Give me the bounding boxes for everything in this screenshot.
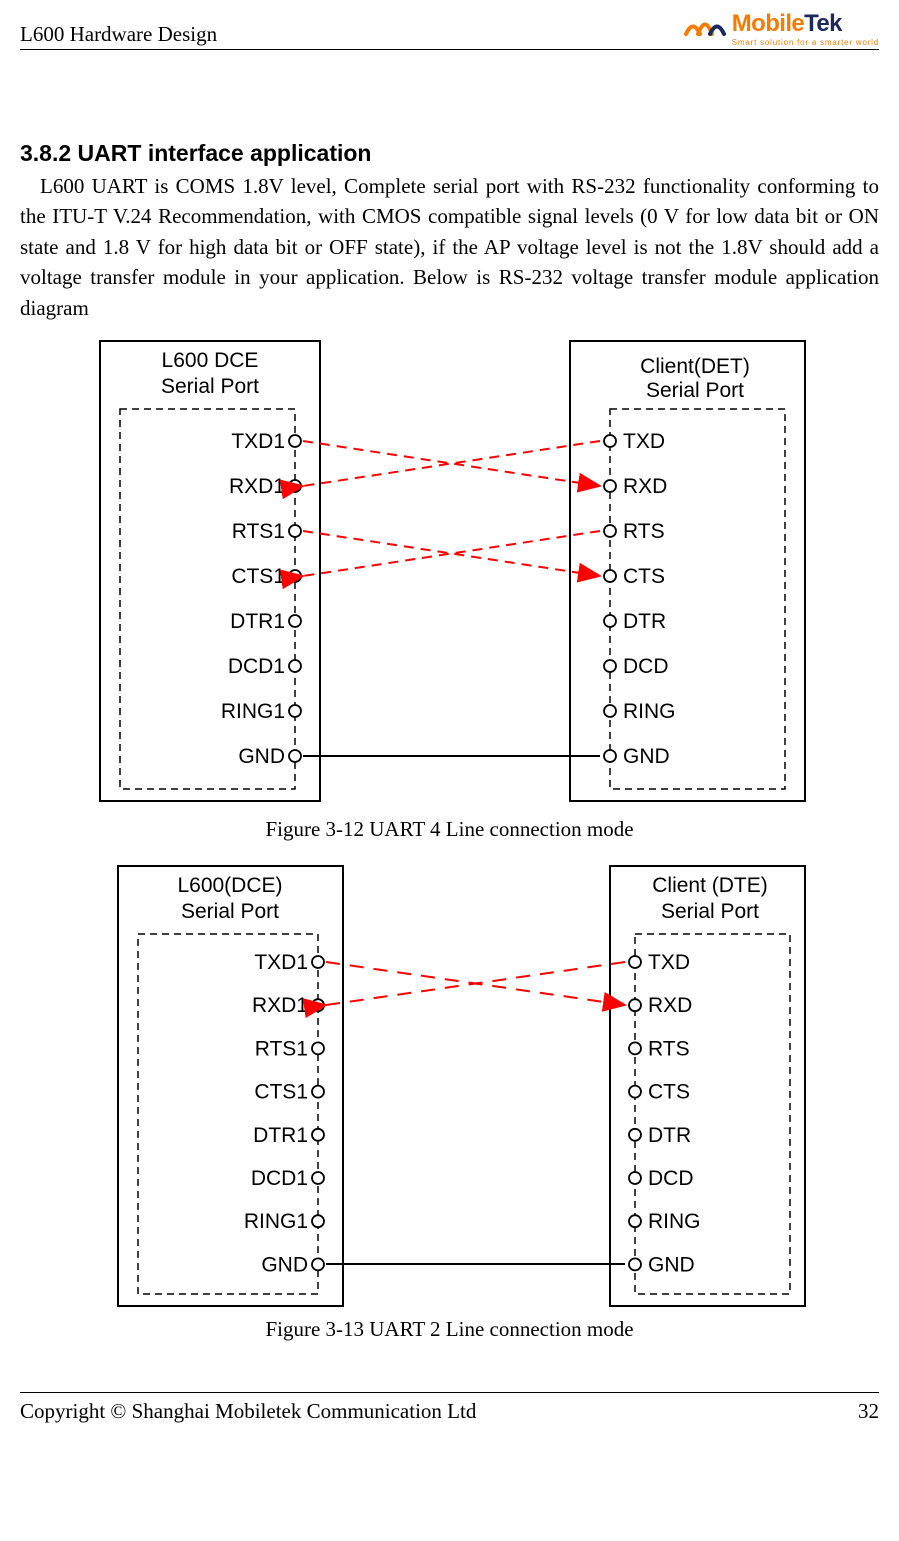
d1-right-pin-circle <box>604 525 616 537</box>
d2-left-pin-circle <box>312 1086 324 1098</box>
d1-left-pin-circle <box>289 615 301 627</box>
d1-right-pin-circle <box>604 570 616 582</box>
d2-left-pin-circle <box>312 1172 324 1184</box>
d1-right-title1: Client(DET) <box>640 355 750 378</box>
header-title: L600 Hardware Design <box>20 22 217 47</box>
logo-waves-icon <box>684 11 728 46</box>
d2-left-title2: Serial Port <box>180 900 278 923</box>
d1-left-title1: L600 DCE <box>161 349 258 372</box>
d2-right-pin-circle <box>629 1086 641 1098</box>
d1-right-pin-label: TXD <box>623 430 665 453</box>
d2-right-pin-circle <box>629 1129 641 1141</box>
d2-right-pin-label: TXD <box>648 951 690 974</box>
logo-word-1: Mobile <box>732 10 804 37</box>
d2-left-title1: L600(DCE) <box>177 874 282 897</box>
d1-left-pin-circle <box>289 750 301 762</box>
d1-right-pin-label: RING <box>623 700 676 723</box>
d2-right-pin-circle <box>629 1259 641 1271</box>
d2-right-pin-circle <box>629 1172 641 1184</box>
footer-copyright: Copyright © Shanghai Mobiletek Communica… <box>20 1399 476 1424</box>
footer-page-number: 32 <box>858 1399 879 1424</box>
d1-right-pin-circle <box>604 660 616 672</box>
d1-right-pin-circle <box>604 480 616 492</box>
page-footer: Copyright © Shanghai Mobiletek Communica… <box>20 1392 879 1424</box>
d2-left-pin-label: CTS1 <box>254 1081 308 1104</box>
d2-right-pin-label: RXD <box>648 994 692 1017</box>
d1-left-pin-circle <box>289 660 301 672</box>
d1-left-pin-label: GND <box>238 745 285 768</box>
d1-right-pin-label: CTS <box>623 565 665 588</box>
d2-left-pin-label: RXD1 <box>251 994 307 1017</box>
d1-left-pin-label: CTS1 <box>231 565 285 588</box>
d1-right-pin-circle <box>604 435 616 447</box>
d2-left-pin-label: RTS1 <box>254 1038 307 1061</box>
figure-1: L600 DCE Serial Port Client(DET) Serial … <box>20 331 879 811</box>
d2-right-pin-label: RTS <box>648 1038 690 1061</box>
d1-left-pin-label: RING1 <box>220 700 284 723</box>
d2-left-pin-circle <box>312 1043 324 1055</box>
d2-left-pin-circle <box>312 1215 324 1227</box>
d1-right-pin-circle <box>604 615 616 627</box>
d2-right-pin-circle <box>629 1043 641 1055</box>
d1-left-pin-circle <box>289 705 301 717</box>
section-paragraph: L600 UART is COMS 1.8V level, Complete s… <box>20 171 879 323</box>
d2-left-pin-circle <box>312 1129 324 1141</box>
d1-right-pin-label: RTS <box>623 520 665 543</box>
d1-right-pin-circle <box>604 705 616 717</box>
d2-right-title1: Client (DTE) <box>652 874 768 897</box>
d2-right-pin-label: DTR <box>648 1124 691 1147</box>
d1-left-pin-circle <box>289 480 301 492</box>
d1-right-pin-circle <box>604 750 616 762</box>
d1-left-pin-label: RTS1 <box>231 520 284 543</box>
d2-right-pin-circle <box>629 999 641 1011</box>
section-heading: 3.8.2 UART interface application <box>20 140 879 167</box>
d1-left-pin-label: DCD1 <box>227 655 284 678</box>
d2-left-pin-label: RING1 <box>243 1210 307 1233</box>
page-header: L600 Hardware Design MobileTek Smart sol… <box>20 10 879 50</box>
d1-left-pin-circle <box>289 570 301 582</box>
d1-left-pin-label: DTR1 <box>230 610 285 633</box>
d1-right-pin-label: DCD <box>623 655 669 678</box>
d2-left-pin-circle <box>312 956 324 968</box>
logo-text: MobileTek Smart solution for a smarter w… <box>732 10 879 47</box>
figure-2: L600(DCE) Serial Port Client (DTE) Seria… <box>20 856 879 1311</box>
d1-right-pin-label: DTR <box>623 610 666 633</box>
d1-right-pin-label: RXD <box>623 475 667 498</box>
figure-1-caption: Figure 3-12 UART 4 Line connection mode <box>20 817 879 842</box>
figure-2-caption: Figure 3-13 UART 2 Line connection mode <box>20 1317 879 1342</box>
d2-right-pin-label: GND <box>648 1254 695 1277</box>
d1-left-pin-circle <box>289 435 301 447</box>
mobiletek-logo: MobileTek Smart solution for a smarter w… <box>684 10 879 47</box>
logo-word-2: Tek <box>804 10 842 37</box>
d1-left-title2: Serial Port <box>160 375 258 398</box>
d2-right-pin-circle <box>629 956 641 968</box>
d1-left-pin-circle <box>289 525 301 537</box>
d2-left-pin-label: DTR1 <box>253 1124 308 1147</box>
d1-right-title2: Serial Port <box>645 379 743 402</box>
d2-left-pin-circle <box>312 1259 324 1271</box>
d2-right-pin-label: DCD <box>648 1167 694 1190</box>
logo-tagline: Smart solution for a smarter world <box>732 38 879 47</box>
d2-left-pin-label: DCD1 <box>250 1167 307 1190</box>
d2-right-pin-label: RING <box>648 1210 701 1233</box>
d2-left-pin-circle <box>312 999 324 1011</box>
d2-right-title2: Serial Port <box>660 900 758 923</box>
d2-left-pin-label: GND <box>261 1254 308 1277</box>
d2-left-pin-label: TXD1 <box>254 951 308 974</box>
d2-right-pin-circle <box>629 1215 641 1227</box>
d1-right-pin-label: GND <box>623 745 670 768</box>
d1-left-pin-label: RXD1 <box>228 475 284 498</box>
d1-left-pin-label: TXD1 <box>231 430 285 453</box>
d2-right-pin-label: CTS <box>648 1081 690 1104</box>
